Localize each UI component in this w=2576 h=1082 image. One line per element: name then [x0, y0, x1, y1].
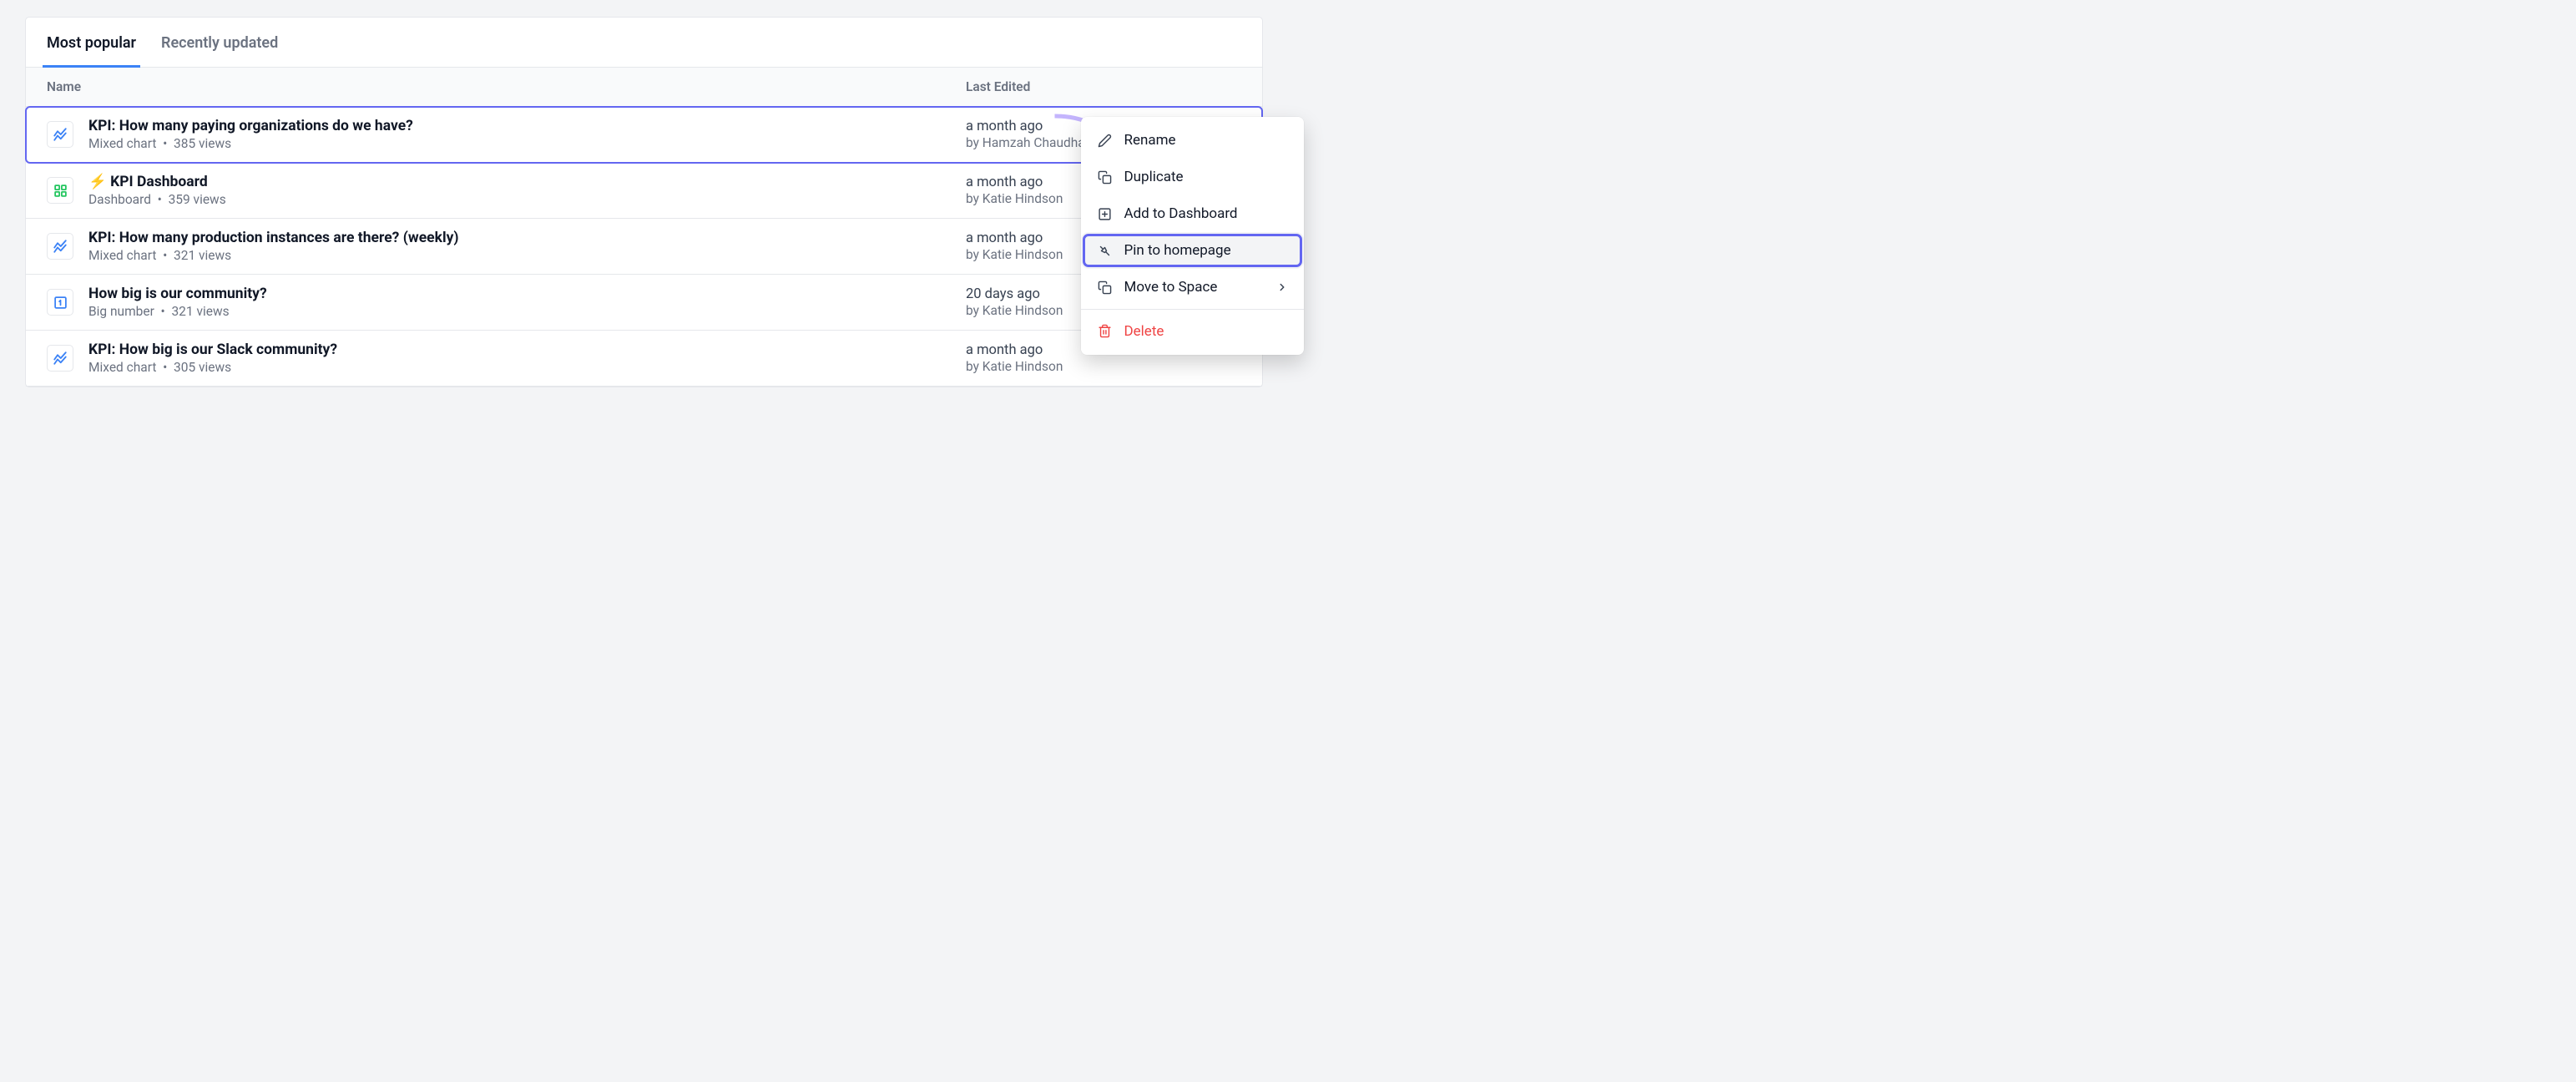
dashboard-icon — [47, 177, 73, 204]
copy-icon — [1097, 169, 1113, 185]
row-main: KPI: How many production instances are t… — [88, 230, 966, 263]
context-menu: Rename Duplicate Add to Dashboard Pin to… — [1081, 117, 1305, 355]
tabs: Most popular Recently updated — [26, 18, 1262, 68]
row-main: ⚡ KPI Dashboard Dashboard • 359 views — [88, 174, 966, 207]
chevron-right-icon — [1276, 281, 1288, 293]
folder-icon — [1097, 280, 1113, 296]
big-number-icon — [47, 289, 73, 316]
table-header: Name Last Edited — [26, 68, 1262, 107]
mixed-chart-icon — [47, 233, 73, 260]
table-row[interactable]: KPI: How many production instances are t… — [26, 219, 1262, 275]
row-author: by Katie Hindson — [966, 359, 1241, 374]
column-header-last-edited: Last Edited — [966, 79, 1241, 94]
tab-recently-updated[interactable]: Recently updated — [161, 18, 278, 67]
row-title: KPI: How big is our Slack community? — [88, 341, 966, 358]
menu-item-add-to-dashboard[interactable]: Add to Dashboard — [1081, 195, 1305, 232]
results-card: Most popular Recently updated Name Last … — [25, 17, 1263, 387]
row-title: KPI: How many paying organizations do we… — [88, 118, 966, 134]
mixed-chart-icon — [47, 121, 73, 148]
plus-square-icon — [1097, 206, 1113, 222]
divider — [1081, 309, 1305, 310]
trash-icon — [1097, 323, 1113, 339]
pencil-icon — [1097, 133, 1113, 149]
menu-label: Rename — [1124, 132, 1176, 149]
menu-item-rename[interactable]: Rename — [1081, 122, 1305, 159]
row-main: How big is our community? Big number • 3… — [88, 286, 966, 319]
table-row[interactable]: KPI: How many paying organizations do we… — [26, 107, 1262, 163]
table-row[interactable]: ⚡ KPI Dashboard Dashboard • 359 views a … — [26, 163, 1262, 219]
menu-item-duplicate[interactable]: Duplicate — [1081, 159, 1305, 195]
tab-most-popular[interactable]: Most popular — [47, 18, 136, 67]
row-subtitle: Big number • 321 views — [88, 304, 966, 319]
menu-label: Delete — [1124, 323, 1164, 340]
mixed-chart-icon — [47, 345, 73, 372]
row-title: ⚡ KPI Dashboard — [88, 174, 966, 190]
row-subtitle: Mixed chart • 305 views — [88, 360, 966, 375]
table-row[interactable]: KPI: How big is our Slack community? Mix… — [26, 331, 1262, 387]
row-main: KPI: How big is our Slack community? Mix… — [88, 341, 966, 375]
row-subtitle: Mixed chart • 321 views — [88, 248, 966, 263]
table-row[interactable]: How big is our community? Big number • 3… — [26, 275, 1262, 331]
row-title: KPI: How many production instances are t… — [88, 230, 966, 246]
menu-label: Duplicate — [1124, 169, 1184, 185]
menu-label: Pin to homepage — [1124, 242, 1231, 259]
menu-item-delete[interactable]: Delete — [1081, 313, 1305, 350]
menu-label: Add to Dashboard — [1124, 205, 1238, 222]
column-header-name: Name — [47, 79, 966, 94]
pin-icon — [1097, 243, 1113, 259]
menu-item-pin-to-homepage[interactable]: Pin to homepage — [1081, 232, 1305, 269]
row-subtitle: Dashboard • 359 views — [88, 192, 966, 207]
row-main: KPI: How many paying organizations do we… — [88, 118, 966, 151]
menu-item-move-to-space[interactable]: Move to Space — [1081, 269, 1305, 306]
row-title: How big is our community? — [88, 286, 966, 302]
row-subtitle: Mixed chart • 385 views — [88, 136, 966, 151]
menu-label: Move to Space — [1124, 279, 1218, 296]
